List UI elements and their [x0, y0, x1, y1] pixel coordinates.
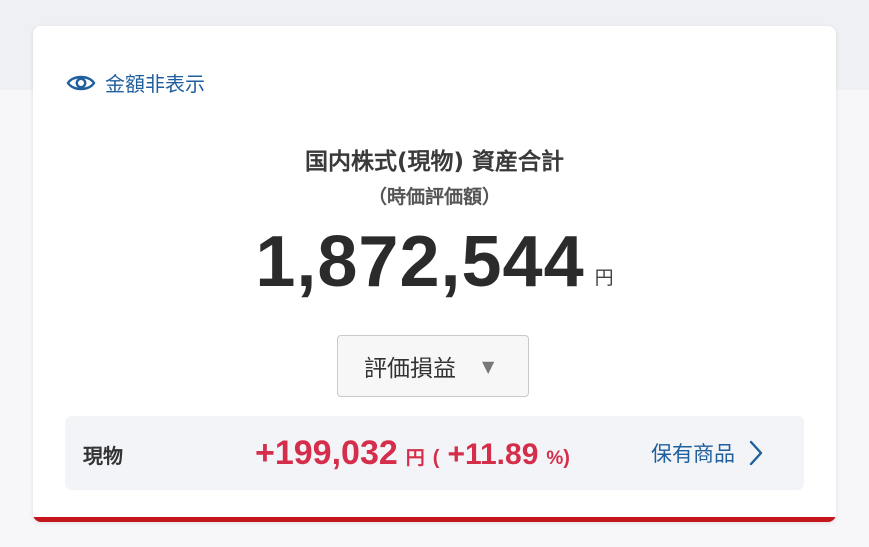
asset-total: 1,872,544 円 — [33, 222, 836, 302]
metric-select-value: 評価損益 — [364, 356, 456, 382]
caret-down-icon: ▼ — [482, 356, 495, 376]
asset-total-subtitle: （時価評価額） — [367, 186, 501, 208]
asset-total-unit: 円 — [594, 267, 614, 289]
card-accent-bar — [33, 517, 836, 522]
asset-total-title: 国内株式(現物) 資産合計 — [304, 149, 565, 175]
profit-loss-close-paren: ) — [563, 447, 570, 469]
asset-summary-card: 金額非表示 国内株式(現物) 資産合計 （時価評価額） 1,872,544 円 … — [33, 26, 836, 522]
profit-loss-amount: +199,032 — [255, 434, 398, 472]
profit-loss-percent-unit: % — [546, 448, 564, 469]
profit-loss-value: +199,032 円 ( +11.89 % ) — [255, 434, 570, 473]
chevron-right-icon — [735, 440, 763, 466]
eye-icon — [66, 72, 96, 94]
profit-loss-amount-unit: 円 — [405, 448, 425, 469]
profit-loss-row: 現物 +199,032 円 ( +11.89 % ) 保有商品 — [65, 416, 804, 490]
profit-loss-open-paren: ( — [432, 447, 440, 469]
holdings-link[interactable]: 保有商品 — [651, 438, 763, 468]
holdings-link-label: 保有商品 — [651, 442, 735, 466]
asset-total-amount: 1,872,544 — [255, 222, 585, 302]
hide-amounts-toggle[interactable]: 金額非表示 — [66, 68, 205, 97]
metric-select[interactable]: 評価損益 ▼ — [337, 335, 529, 397]
hide-amounts-label: 金額非表示 — [105, 72, 205, 96]
profit-loss-row-label: 現物 — [83, 444, 123, 468]
profit-loss-percent: +11.89 — [447, 438, 539, 471]
